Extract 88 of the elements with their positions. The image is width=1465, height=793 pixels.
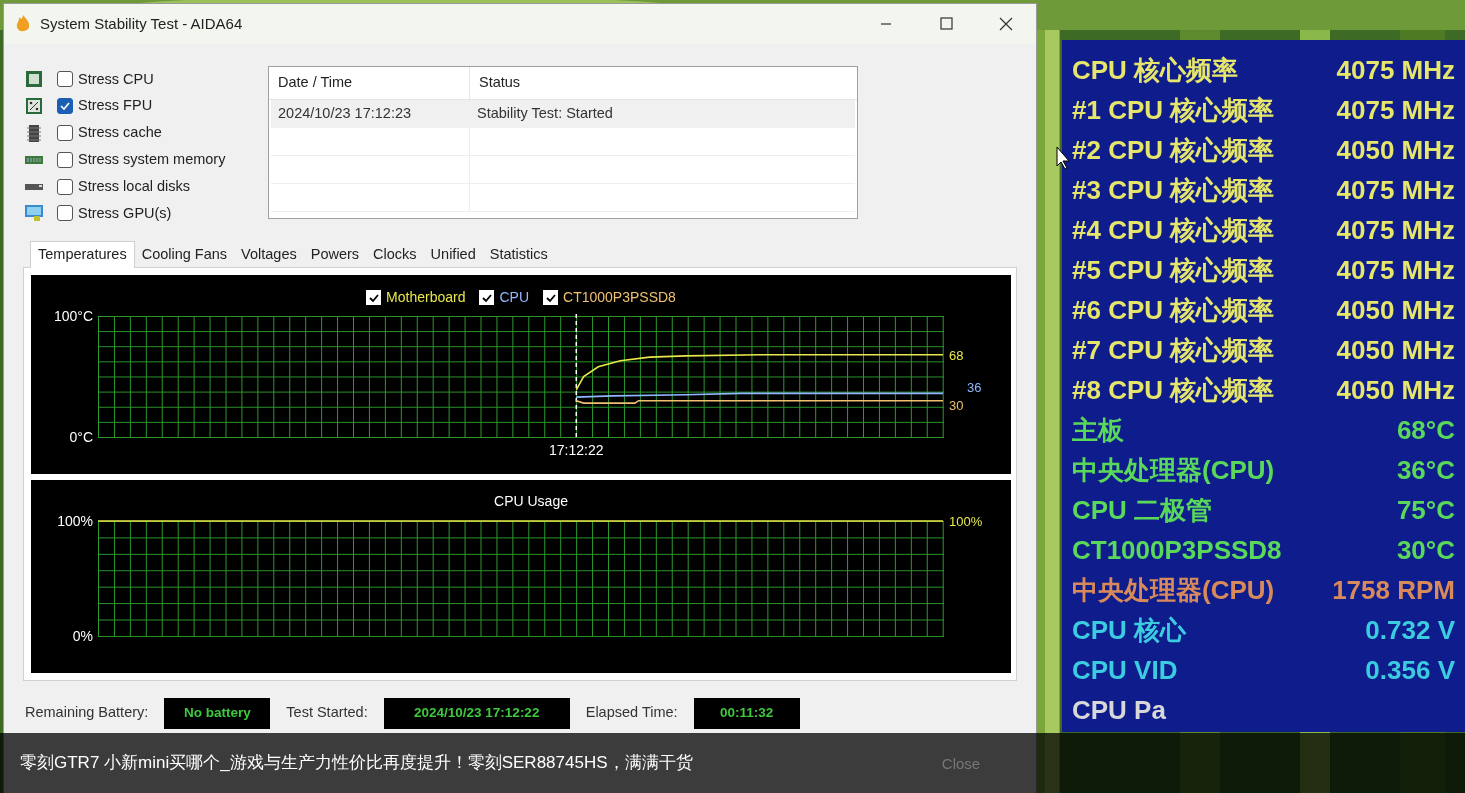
window-title: System Stability Test - AIDA64: [40, 13, 243, 34]
option-label[interactable]: Stress GPU(s): [78, 202, 172, 225]
tab[interactable]: Clocks: [366, 243, 424, 267]
legend-checkbox[interactable]: [366, 290, 382, 305]
sensor-label: #4 CPU 核心频率: [1072, 213, 1275, 247]
monitor-icon: [25, 205, 43, 222]
sensor-value: 68°C: [1396, 413, 1455, 447]
tab[interactable]: Powers: [303, 243, 367, 267]
axis-label: 0°C: [69, 429, 93, 445]
column-header[interactable]: Date / Time: [269, 67, 470, 99]
checkbox[interactable]: [57, 178, 73, 195]
chip-icon: [25, 70, 43, 89]
sensor-value: 30°C: [1396, 533, 1455, 567]
status-value: No battery: [164, 697, 271, 729]
sensor-value: 36°C: [1396, 453, 1455, 487]
sensor-value: 4075 MHz: [1336, 93, 1455, 127]
legend-label: CPU: [499, 288, 530, 307]
sensor-label: #6 CPU 核心频率: [1072, 293, 1275, 327]
option-label[interactable]: Stress local disks: [78, 175, 190, 198]
sensor-value: 0.732 V: [1365, 613, 1455, 647]
table-cell-text: Stability Test: Started: [476, 104, 614, 124]
legend-checkbox[interactable]: [543, 290, 559, 305]
chart-title: CPU Usage: [494, 492, 568, 509]
axis-label: 100%: [57, 512, 93, 529]
checkbox[interactable]: [57, 98, 73, 115]
legend-checkbox[interactable]: [479, 290, 495, 305]
flame-icon: [16, 15, 30, 33]
memory-chip-icon: [27, 124, 41, 142]
option-label[interactable]: Stress FPU: [78, 95, 153, 118]
time-label: 17:12:22: [549, 442, 604, 458]
sensor-value: 4050 MHz: [1336, 133, 1455, 167]
sensor-value: 4050 MHz: [1336, 293, 1455, 327]
sensor-label: CPU Pa: [1072, 693, 1166, 727]
tab[interactable]: Unified: [423, 243, 483, 267]
sensor-label: CT1000P3PSSD8: [1072, 533, 1282, 567]
sensor-label: CPU VID: [1072, 653, 1178, 687]
sensor-label: 主板: [1072, 413, 1124, 447]
legend-label: CT1000P3PSSD8: [563, 288, 676, 307]
checkbox[interactable]: [57, 205, 73, 222]
checkbox[interactable]: [57, 71, 73, 88]
status-label: Remaining Battery:: [25, 703, 149, 723]
sensor-value: 0.356 V: [1365, 653, 1455, 687]
sensor-value: 4075 MHz: [1336, 173, 1455, 207]
end-value-label: 36: [967, 380, 982, 396]
drive-icon: [25, 183, 43, 190]
status-label: Elapsed Time:: [585, 703, 678, 723]
legend-label: Motherboard: [386, 288, 466, 307]
sensor-label: #2 CPU 核心频率: [1072, 133, 1275, 167]
option-label[interactable]: Stress CPU: [78, 68, 154, 91]
option-label[interactable]: Stress cache: [78, 122, 162, 144]
axis-label: 100°C: [53, 308, 93, 324]
status-value: 2024/10/23 17:12:22: [383, 697, 570, 729]
sensor-value: 4075 MHz: [1336, 53, 1455, 87]
end-value-label: 30: [949, 397, 964, 413]
sensor-label: CPU 核心频率: [1072, 53, 1239, 87]
option-label[interactable]: Stress system memory: [78, 148, 226, 171]
percent-chip-icon: [25, 97, 43, 116]
sensor-label: #5 CPU 核心频率: [1072, 253, 1275, 287]
tab[interactable]: Temperatures: [30, 241, 135, 268]
column-header[interactable]: Status: [470, 67, 857, 99]
sensor-value: 4050 MHz: [1336, 373, 1455, 407]
checkbox[interactable]: [57, 125, 73, 141]
sensor-label: 中央处理器(CPU): [1072, 453, 1275, 487]
sensor-label: CPU 核心: [1072, 613, 1187, 647]
axis-label: 0%: [72, 627, 93, 644]
memory-module-icon: [25, 155, 43, 164]
status-label: Test Started:: [286, 703, 368, 723]
sensor-label: #7 CPU 核心频率: [1072, 333, 1275, 367]
sensor-value: 4075 MHz: [1336, 213, 1455, 247]
sensor-value: 4075 MHz: [1336, 253, 1455, 287]
sensor-value: 4050 MHz: [1336, 333, 1455, 367]
tab[interactable]: Statistics: [482, 243, 555, 267]
sensor-label: #3 CPU 核心频率: [1072, 173, 1275, 207]
sensor-label: CPU 二极管: [1072, 493, 1213, 527]
sensor-label: #1 CPU 核心频率: [1072, 93, 1275, 127]
tab[interactable]: Voltages: [234, 243, 304, 267]
checkbox[interactable]: [57, 151, 73, 168]
end-value-label: 100%: [949, 513, 983, 529]
tab[interactable]: Cooling Fans: [134, 243, 235, 267]
table-cell-text: 2024/10/23 17:12:23: [277, 104, 413, 124]
status-value: 00:11:32: [693, 697, 800, 729]
sensor-label: #8 CPU 核心频率: [1072, 373, 1275, 407]
end-value-label: 68: [949, 347, 964, 363]
sensor-label: 中央处理器(CPU): [1072, 573, 1275, 607]
mouse-pointer-icon: [1056, 146, 1071, 170]
video-caption: 零刻GTR7 小新mini买哪个_游戏与生产力性价比再度提升！零刻SER88745HS，满满干货: [20, 752, 693, 775]
sensor-value: 1758 RPM: [1332, 573, 1455, 607]
sensor-value: 75°C: [1396, 493, 1455, 527]
